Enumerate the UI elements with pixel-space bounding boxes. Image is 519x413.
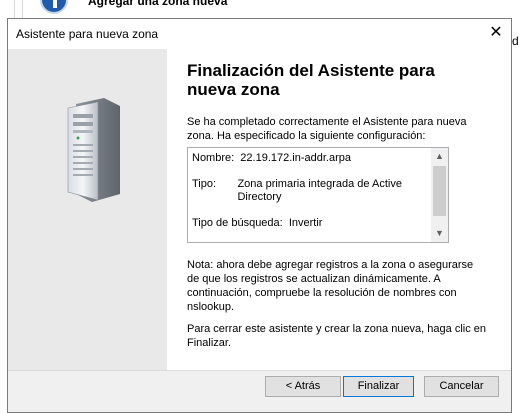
dialog-title: Asistente para nueva zona (16, 27, 159, 41)
summary-scrollbar[interactable]: ▲ ▼ (431, 148, 448, 242)
background-window-title: Agregar una zona nueva (88, 0, 228, 8)
wizard-content-panel: Finalización del Asistente para nueva zo… (167, 49, 511, 370)
server-tower-icon (67, 98, 120, 202)
summary-name-row: Nombre: 22.19.172.in-addr.arpa (192, 152, 430, 165)
wizard-side-panel (8, 49, 167, 370)
background-text-fragment: d (512, 34, 519, 48)
summary-name-label: Nombre: (192, 152, 241, 164)
dialog-titlebar: Asistente para nueva zona ✕ (8, 19, 511, 49)
summary-type-row: Tipo: Zona primaria integrada de Active … (192, 178, 430, 204)
summary-name-value: 22.19.172.in-addr.arpa (240, 152, 351, 164)
close-icon: ✕ (489, 24, 503, 41)
summary-lookup-row: Tipo de búsqueda: Invertir (192, 217, 430, 230)
page-title: Finalización del Asistente para nueva zo… (187, 61, 435, 99)
summary-lookup-label: Tipo de búsqueda: (192, 217, 289, 229)
summary-lookup-value: Invertir (288, 217, 323, 229)
intro-text: Se ha completado correctamente el Asiste… (187, 116, 467, 142)
background-titlebar: Agregar una zona nueva (0, 0, 519, 18)
summary-type-label: Tipo: (192, 178, 238, 190)
note-text: Nota: ahora debe agregar registros a la … (187, 259, 474, 313)
finish-instructions-text: Para cerrar este asistente y crear la zo… (187, 323, 486, 349)
finish-button[interactable]: Finalizar (343, 376, 414, 397)
back-button[interactable]: < Atrás (265, 376, 341, 397)
chevron-up-icon[interactable]: ▲ (431, 148, 448, 165)
configuration-summary-box[interactable]: Nombre: 22.19.172.in-addr.arpa Tipo: Zon… (187, 147, 449, 243)
info-circle-icon (40, 0, 68, 14)
summary-type-value: Zona primaria integrada de Active Direct… (237, 178, 402, 203)
cancel-button[interactable]: Cancelar (424, 376, 499, 397)
chevron-down-icon[interactable]: ▼ (431, 225, 448, 242)
new-zone-wizard-dialog: Asistente para nueva zona ✕ Finalización… (7, 18, 512, 413)
close-button[interactable]: ✕ (483, 21, 509, 45)
footer-divider (8, 370, 511, 371)
configuration-summary-text: Nombre: 22.19.172.in-addr.arpa Tipo: Zon… (192, 152, 430, 243)
scrollbar-thumb[interactable] (433, 166, 446, 216)
